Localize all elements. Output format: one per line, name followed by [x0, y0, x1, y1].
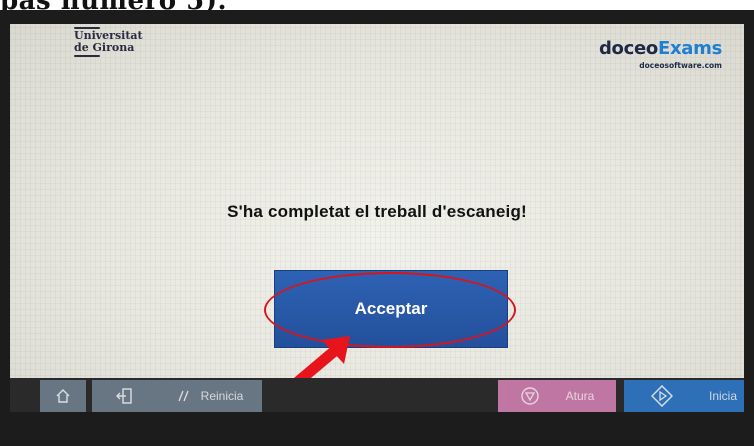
touch-screen: Universitat de Girona doceoExams doceoso…	[10, 24, 744, 412]
stop-button-label: Atura	[565, 389, 595, 403]
logo-line-2: de Girona	[74, 41, 135, 54]
reset-button-label: Reinicia	[200, 389, 244, 403]
logout-icon	[116, 388, 132, 404]
brand-url: doceosoftware.com	[639, 61, 722, 70]
doceoexams-logo: doceoExams doceosoftware.com	[599, 38, 722, 70]
bottom-control-bar: Reinicia Atura Inicia	[10, 378, 744, 412]
stop-button[interactable]: Atura	[498, 380, 616, 412]
universitat-girona-logo: Universitat de Girona	[74, 26, 164, 58]
start-button-label: Inicia	[708, 389, 737, 403]
reset-icon	[178, 390, 189, 402]
logout-button[interactable]	[92, 380, 158, 412]
brand-exams: Exams	[657, 38, 722, 59]
home-button[interactable]	[40, 380, 86, 412]
scan-complete-message: S'ha completat el treball d'escaneig!	[227, 202, 527, 221]
start-icon	[650, 385, 673, 407]
reset-button[interactable]: Reinicia	[158, 380, 262, 412]
stop-icon	[520, 387, 539, 405]
start-button[interactable]: Inicia	[624, 380, 744, 412]
printer-panel: Universitat de Girona doceoExams doceoso…	[0, 10, 754, 446]
logo-bar-bottom	[74, 55, 100, 57]
accept-button-label: Acceptar	[354, 299, 428, 318]
home-icon	[56, 389, 70, 403]
brand-doceo: doceo	[598, 38, 658, 59]
accept-button[interactable]: Acceptar	[274, 270, 508, 348]
